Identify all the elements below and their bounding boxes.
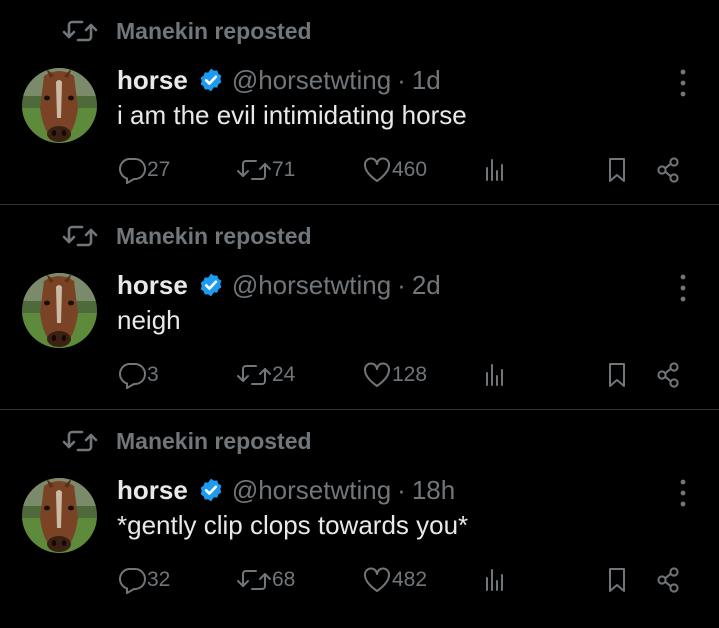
like-button[interactable]: 460 bbox=[362, 152, 427, 188]
like-count: 482 bbox=[392, 568, 428, 591]
repost-count: 24 bbox=[272, 363, 296, 386]
post[interactable]: Manekin reposted horse bbox=[0, 410, 719, 628]
more-icon[interactable] bbox=[675, 273, 691, 303]
share-icon bbox=[657, 157, 679, 183]
share-button[interactable] bbox=[653, 357, 683, 393]
avatar[interactable] bbox=[22, 273, 97, 348]
repost-button[interactable]: 24 bbox=[236, 357, 295, 393]
verified-badge-icon bbox=[200, 273, 222, 297]
reply-count: 27 bbox=[147, 158, 171, 181]
repost-label: Manekin reposted bbox=[116, 17, 312, 44]
repost-button[interactable]: 68 bbox=[236, 562, 295, 598]
repost-icon bbox=[237, 365, 271, 385]
reply-icon bbox=[118, 158, 146, 184]
bookmark-icon bbox=[609, 158, 625, 182]
like-button[interactable]: 128 bbox=[362, 357, 427, 393]
post-timestamp[interactable]: 2d bbox=[412, 270, 441, 301]
repost-context[interactable]: Manekin reposted bbox=[62, 427, 312, 455]
post-text: *gently clip clops towards you* bbox=[117, 510, 469, 540]
post-timestamp[interactable]: 1d bbox=[412, 65, 441, 96]
like-button[interactable]: 482 bbox=[362, 562, 427, 598]
repost-count: 68 bbox=[272, 568, 296, 591]
repost-context[interactable]: Manekin reposted bbox=[62, 222, 312, 250]
avatar[interactable] bbox=[22, 478, 97, 553]
bookmark-icon bbox=[609, 568, 625, 592]
views-button[interactable] bbox=[480, 562, 510, 598]
more-icon[interactable] bbox=[675, 478, 691, 508]
views-button[interactable] bbox=[480, 152, 510, 188]
author-name[interactable]: horse bbox=[117, 475, 188, 506]
author-handle[interactable]: @horsetwting bbox=[232, 65, 391, 96]
separator: · bbox=[397, 64, 406, 95]
post-actions: 3 24 128 bbox=[117, 357, 689, 393]
views-icon bbox=[486, 159, 503, 181]
repost-icon bbox=[237, 160, 271, 180]
reply-count: 3 bbox=[147, 363, 159, 386]
share-button[interactable] bbox=[653, 152, 683, 188]
share-icon bbox=[657, 362, 679, 388]
bookmark-button[interactable] bbox=[603, 562, 633, 598]
reply-button[interactable]: 27 bbox=[117, 152, 170, 188]
separator: · bbox=[397, 474, 406, 505]
like-icon bbox=[364, 567, 390, 592]
views-button[interactable] bbox=[480, 357, 510, 393]
author-name[interactable]: horse bbox=[117, 65, 188, 96]
repost-icon bbox=[237, 570, 271, 590]
reply-icon bbox=[118, 568, 146, 594]
post-header: horse @horsetwting · 18h bbox=[117, 472, 455, 508]
post-timestamp[interactable]: 18h bbox=[412, 475, 455, 506]
bookmark-icon bbox=[609, 363, 625, 387]
repost-label: Manekin reposted bbox=[116, 222, 312, 249]
like-icon bbox=[364, 362, 390, 387]
repost-context[interactable]: Manekin reposted bbox=[62, 17, 312, 45]
like-count: 460 bbox=[392, 158, 428, 181]
post[interactable]: Manekin reposted horse bbox=[0, 205, 719, 410]
author-handle[interactable]: @horsetwting bbox=[232, 270, 391, 301]
bookmark-button[interactable] bbox=[603, 357, 633, 393]
repost-count: 71 bbox=[272, 158, 296, 181]
verified-badge-icon bbox=[200, 68, 222, 92]
post-actions: 32 68 482 bbox=[117, 562, 689, 598]
post-text: neigh bbox=[117, 305, 181, 335]
repost-icon bbox=[62, 225, 98, 247]
more-icon[interactable] bbox=[675, 68, 691, 98]
reply-icon bbox=[118, 363, 146, 389]
post-text: i am the evil intimidating horse bbox=[117, 100, 467, 130]
repost-icon bbox=[62, 20, 98, 42]
separator: · bbox=[397, 269, 406, 300]
reply-button[interactable]: 32 bbox=[117, 562, 170, 598]
share-icon bbox=[657, 567, 679, 593]
avatar[interactable] bbox=[22, 68, 97, 143]
reply-button[interactable]: 3 bbox=[117, 357, 159, 393]
reply-count: 32 bbox=[147, 568, 171, 591]
post-actions: 27 71 460 bbox=[117, 152, 689, 188]
verified-badge-icon bbox=[200, 478, 222, 502]
repost-icon bbox=[62, 430, 98, 452]
like-count: 128 bbox=[392, 363, 428, 386]
author-handle[interactable]: @horsetwting bbox=[232, 475, 391, 506]
repost-label: Manekin reposted bbox=[116, 427, 312, 454]
repost-button[interactable]: 71 bbox=[236, 152, 295, 188]
author-name[interactable]: horse bbox=[117, 270, 188, 301]
views-icon bbox=[486, 364, 503, 386]
post-header: horse @horsetwting · 2d bbox=[117, 267, 441, 303]
post[interactable]: Manekin reposted horse bbox=[0, 0, 719, 205]
like-icon bbox=[364, 157, 390, 182]
share-button[interactable] bbox=[653, 562, 683, 598]
views-icon bbox=[486, 569, 503, 591]
bookmark-button[interactable] bbox=[603, 152, 633, 188]
post-header: horse @horsetwting · 1d bbox=[117, 62, 441, 98]
timeline-feed: Manekin reposted horse @horsetwting · 1d… bbox=[0, 0, 719, 628]
